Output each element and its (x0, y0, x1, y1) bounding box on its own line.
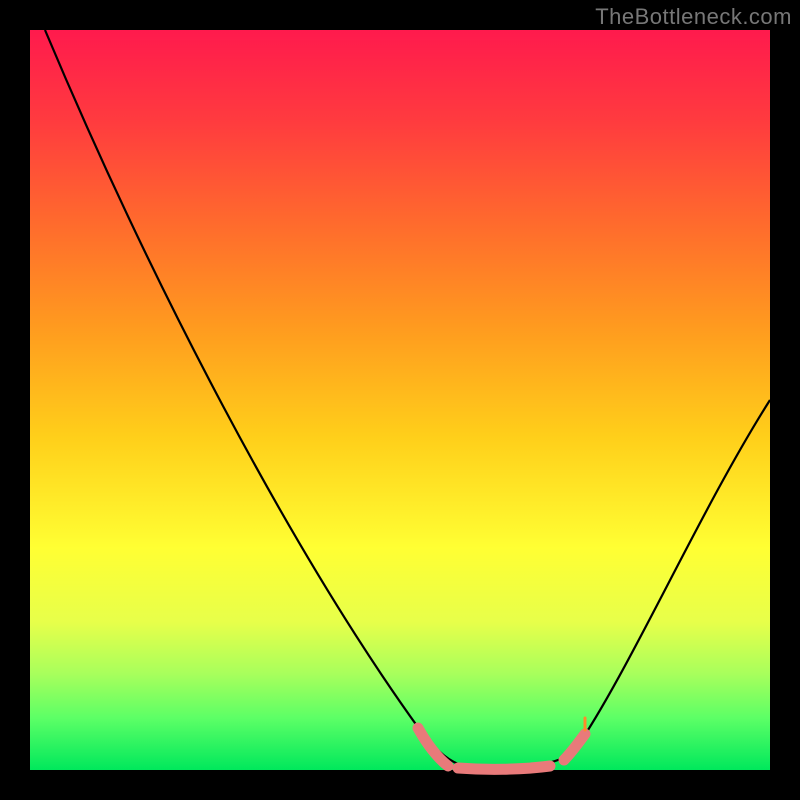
bottleneck-curve (30, 30, 770, 770)
highlight-right (564, 734, 585, 760)
highlight-left (418, 728, 448, 766)
watermark-text: TheBottleneck.com (595, 4, 792, 30)
chart-frame: TheBottleneck.com (0, 0, 800, 800)
curve-path (45, 30, 770, 769)
highlight-bottom (458, 766, 550, 769)
